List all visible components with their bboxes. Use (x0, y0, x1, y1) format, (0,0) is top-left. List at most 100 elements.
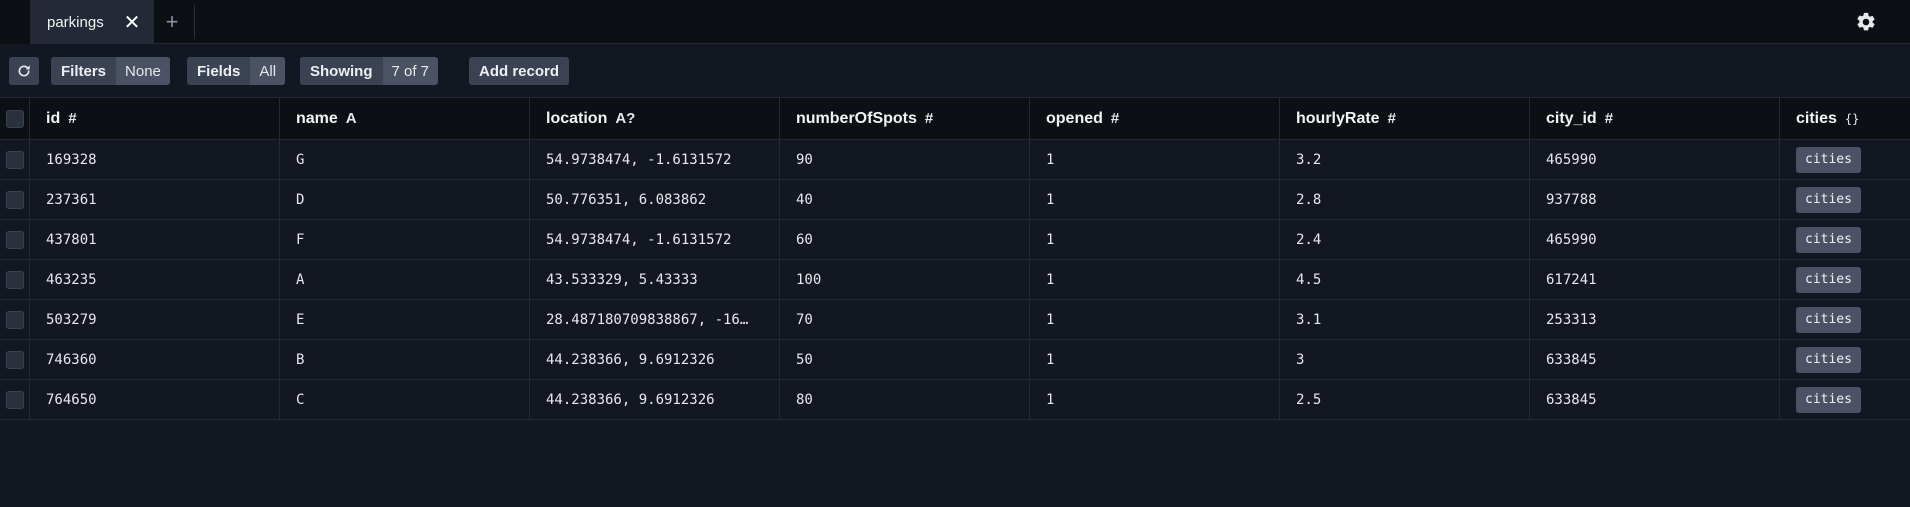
refresh-button[interactable] (9, 57, 39, 85)
cell-cities[interactable]: cities (1780, 340, 1910, 379)
cell-hourlyrate[interactable]: 2.4 (1280, 220, 1530, 259)
table-row[interactable]: 746360 B 44.238366, 9.6912326 50 1 3 633845 cit… (0, 340, 1910, 380)
table-row[interactable]: 503279 E 28.487180709838867, -16… 70 1 3.1 253… (0, 300, 1910, 340)
table-row[interactable]: 437801 F 54.9738474, -1.6131572 60 1 2.4 46599… (0, 220, 1910, 260)
cell-id[interactable]: 746360 (30, 340, 280, 379)
cell-name[interactable]: E (280, 300, 530, 339)
select-all-checkbox[interactable] (5, 109, 24, 128)
column-header-numberofspots[interactable]: numberOfSpots # (780, 98, 1030, 139)
column-header-location[interactable]: location A? (530, 98, 780, 139)
cell-location[interactable]: 44.238366, 9.6912326 (530, 340, 780, 379)
cell-hourlyrate[interactable]: 2.8 (1280, 180, 1530, 219)
cities-link-chip[interactable]: cities (1796, 306, 1861, 333)
cell-name[interactable]: D (280, 180, 530, 219)
cell-hourlyrate[interactable]: 3.1 (1280, 300, 1530, 339)
cell-value: B (296, 351, 305, 368)
cell-value: 44.238366, 9.6912326 (546, 391, 715, 408)
cell-location[interactable]: 28.487180709838867, -16… (530, 300, 780, 339)
close-icon[interactable]: ✕ (122, 12, 142, 34)
cell-opened[interactable]: 1 (1030, 300, 1280, 339)
cell-id[interactable]: 169328 (30, 140, 280, 179)
cell-id[interactable]: 503279 (30, 300, 280, 339)
cell-city-id[interactable]: 253313 (1530, 300, 1780, 339)
cell-opened[interactable]: 1 (1030, 260, 1280, 299)
cell-cities[interactable]: cities (1780, 220, 1910, 259)
table-row[interactable]: 764650 C 44.238366, 9.6912326 80 1 2.5 633845 c… (0, 380, 1910, 420)
cell-id[interactable]: 764650 (30, 380, 280, 419)
add-tab-icon[interactable]: + (160, 9, 184, 34)
cell-name[interactable]: F (280, 220, 530, 259)
cell-name[interactable]: A (280, 260, 530, 299)
table-row[interactable]: 169328 G 54.9738474, -1.6131572 90 1 3.2 46599… (0, 140, 1910, 180)
cell-hourlyrate[interactable]: 3 (1280, 340, 1530, 379)
cell-numberofspots[interactable]: 50 (780, 340, 1030, 379)
cities-link-chip[interactable]: cities (1796, 266, 1861, 293)
cell-numberofspots[interactable]: 40 (780, 180, 1030, 219)
cell-opened[interactable]: 1 (1030, 380, 1280, 419)
row-checkbox[interactable] (5, 270, 24, 289)
cell-numberofspots[interactable]: 80 (780, 380, 1030, 419)
row-checkbox[interactable] (5, 310, 24, 329)
cities-link-chip[interactable]: cities (1796, 186, 1861, 213)
cell-hourlyrate[interactable]: 4.5 (1280, 260, 1530, 299)
cell-hourlyrate[interactable]: 3.2 (1280, 140, 1530, 179)
cell-id[interactable]: 463235 (30, 260, 280, 299)
cell-hourlyrate[interactable]: 2.5 (1280, 380, 1530, 419)
cell-location[interactable]: 54.9738474, -1.6131572 (530, 220, 780, 259)
cities-link-chip[interactable]: cities (1796, 226, 1861, 253)
cell-cities[interactable]: cities (1780, 140, 1910, 179)
cell-opened[interactable]: 1 (1030, 140, 1280, 179)
column-header-hourlyrate[interactable]: hourlyRate # (1280, 98, 1530, 139)
cell-city-id[interactable]: 937788 (1530, 180, 1780, 219)
row-checkbox[interactable] (5, 350, 24, 369)
row-checkbox[interactable] (5, 150, 24, 169)
row-checkbox[interactable] (5, 390, 24, 409)
column-header-name[interactable]: name A (280, 98, 530, 139)
cities-link-chip[interactable]: cities (1796, 346, 1861, 373)
cell-city-id[interactable]: 633845 (1530, 380, 1780, 419)
cell-location[interactable]: 44.238366, 9.6912326 (530, 380, 780, 419)
cell-cities[interactable]: cities (1780, 380, 1910, 419)
cell-opened[interactable]: 1 (1030, 220, 1280, 259)
add-record-button[interactable]: Add record (469, 57, 570, 85)
cities-link-chip[interactable]: cities (1796, 386, 1861, 413)
cell-location[interactable]: 54.9738474, -1.6131572 (530, 140, 780, 179)
column-header-id[interactable]: id # (30, 98, 280, 139)
showing-button[interactable]: Showing 7 of 7 (300, 57, 439, 85)
cell-id[interactable]: 437801 (30, 220, 280, 259)
table-row[interactable]: 237361 D 50.776351, 6.083862 40 1 2.8 937788 ci… (0, 180, 1910, 220)
cell-location[interactable]: 50.776351, 6.083862 (530, 180, 780, 219)
cities-link-chip[interactable]: cities (1796, 146, 1861, 173)
table-row[interactable]: 463235 A 43.533329, 5.43333 100 1 4.5 617241 ci… (0, 260, 1910, 300)
row-checkbox[interactable] (5, 190, 24, 209)
cell-numberofspots[interactable]: 70 (780, 300, 1030, 339)
cell-city-id[interactable]: 465990 (1530, 140, 1780, 179)
tab-parkings[interactable]: parkings ✕ (30, 0, 154, 44)
cell-city-id[interactable]: 633845 (1530, 340, 1780, 379)
cell-cities[interactable]: cities (1780, 180, 1910, 219)
cell-numberofspots[interactable]: 100 (780, 260, 1030, 299)
row-checkbox[interactable] (5, 230, 24, 249)
number-type-icon: # (68, 110, 77, 127)
fields-button[interactable]: Fields All (187, 57, 286, 85)
cell-name[interactable]: G (280, 140, 530, 179)
cell-value: 169328 (46, 151, 97, 168)
cell-opened[interactable]: 1 (1030, 340, 1280, 379)
cell-numberofspots[interactable]: 60 (780, 220, 1030, 259)
gear-icon[interactable] (1855, 11, 1877, 33)
cell-numberofspots[interactable]: 90 (780, 140, 1030, 179)
column-header-opened[interactable]: opened # (1030, 98, 1280, 139)
cell-name[interactable]: B (280, 340, 530, 379)
column-header-city-id[interactable]: city_id # (1530, 98, 1780, 139)
cell-city-id[interactable]: 465990 (1530, 220, 1780, 259)
cell-cities[interactable]: cities (1780, 300, 1910, 339)
number-type-icon: # (1110, 110, 1120, 127)
cell-location[interactable]: 43.533329, 5.43333 (530, 260, 780, 299)
column-header-cities[interactable]: cities {} (1780, 98, 1910, 139)
filters-button[interactable]: Filters None (51, 57, 170, 85)
cell-id[interactable]: 237361 (30, 180, 280, 219)
cell-cities[interactable]: cities (1780, 260, 1910, 299)
cell-opened[interactable]: 1 (1030, 180, 1280, 219)
cell-name[interactable]: C (280, 380, 530, 419)
cell-city-id[interactable]: 617241 (1530, 260, 1780, 299)
